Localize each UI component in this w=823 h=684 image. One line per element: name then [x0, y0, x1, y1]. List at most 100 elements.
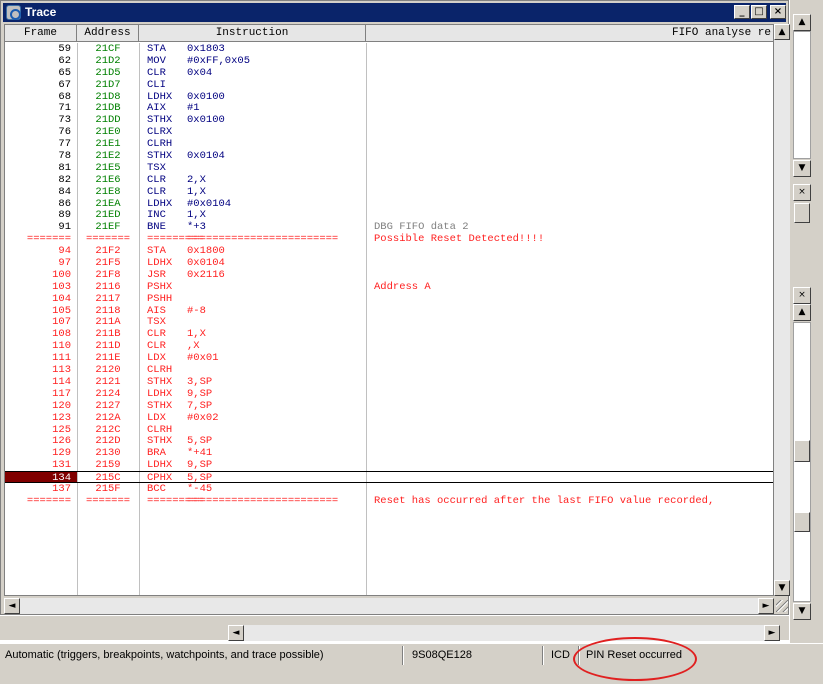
table-row[interactable]: 104 2117 PSHH — [5, 292, 773, 305]
right-scroll-thumb[interactable] — [794, 440, 810, 462]
table-row[interactable]: 94 21F2 STA 0x1800 — [5, 245, 773, 258]
table-row[interactable]: 89 21ED INC 1,X — [5, 209, 773, 222]
table-row[interactable]: 117 2124 LDHX 9,SP — [5, 387, 773, 400]
table-row[interactable]: ======= ======= ========= =================… — [5, 495, 773, 507]
mnemonic-cell: AIS — [147, 304, 166, 317]
table-row[interactable]: 123 212A LDX #0x02 — [5, 412, 773, 424]
table-row[interactable]: 86 21EA LDHX #0x0104 — [5, 197, 773, 210]
frame-cell: 89 — [58, 209, 71, 222]
table-row[interactable]: 62 21D2 MOV #0xFF,0x05 — [5, 55, 773, 67]
resize-grip-icon[interactable] — [776, 600, 788, 612]
frame-cell: 94 — [58, 245, 71, 258]
scroll-up-icon[interactable]: ▲ — [774, 24, 790, 40]
table-row[interactable]: 71 21DB AIX #1 — [5, 102, 773, 115]
mnemonic-cell: STHX — [147, 150, 173, 163]
right-scroll-track[interactable] — [793, 322, 811, 602]
address-cell: 212D — [95, 435, 121, 448]
panel-close-icon[interactable]: × — [793, 184, 811, 201]
table-row-selected[interactable]: 134 215C CPHX 5,SP — [5, 471, 773, 484]
fifo-analysis-cell — [366, 305, 773, 317]
table-row[interactable]: 114 2121 STHX 3,SP — [5, 375, 773, 388]
right-scroll-thumb[interactable] — [794, 512, 810, 532]
minimize-button[interactable]: _ — [734, 5, 750, 19]
scroll-up-icon[interactable]: ▲ — [793, 14, 811, 31]
table-row[interactable]: 78 21E2 STHX 0x0104 — [5, 150, 773, 163]
table-row[interactable]: 84 21E8 CLR 1,X — [5, 186, 773, 198]
scroll-left-icon[interactable]: ◄ — [4, 598, 20, 614]
trace-grid[interactable]: Frame Address Instruction FIFO analyse r… — [4, 24, 774, 596]
column-header-instruction[interactable]: Instruction — [139, 25, 366, 41]
table-row[interactable]: 103 2116 PSHX Address A — [5, 280, 773, 293]
table-row[interactable]: 107 211A TSX — [5, 316, 773, 328]
address-cell: 2121 — [95, 375, 121, 388]
mnemonic-cell: CLR — [147, 340, 166, 353]
scroll-right-icon[interactable]: ► — [758, 598, 774, 614]
scroll-left-icon[interactable]: ◄ — [228, 625, 244, 641]
table-row[interactable]: 131 2159 LDHX 9,SP — [5, 459, 773, 471]
panel-close-icon[interactable]: × — [793, 287, 811, 304]
table-row[interactable]: 81 21E5 TSX — [5, 162, 773, 174]
table-row[interactable]: 111 211E LDX #0x01 — [5, 352, 773, 365]
table-row[interactable]: 67 21D7 CLI — [5, 79, 773, 91]
table-row[interactable]: 76 21E0 CLRX — [5, 126, 773, 139]
table-row[interactable]: 82 21E6 CLR 2,X — [5, 174, 773, 186]
address-cell: 21E0 — [95, 126, 121, 139]
table-row[interactable]: 129 2130 BRA *+41 — [5, 447, 773, 460]
address-cell: 2116 — [95, 280, 121, 293]
maximize-button[interactable]: □ — [751, 5, 767, 19]
table-row[interactable]: ======= ======= ========= =================… — [5, 233, 773, 245]
status-mode: Automatic (triggers, breakpoints, watchp… — [5, 649, 324, 661]
table-row[interactable]: 68 21D8 LDHX 0x0100 — [5, 91, 773, 103]
fifo-analysis-cell — [366, 114, 773, 126]
table-row[interactable]: 137 215F BCC *-45 — [5, 483, 773, 495]
table-row[interactable]: 77 21E1 CLRH — [5, 138, 773, 150]
table-row[interactable]: 100 21F8 JSR 0x2116 — [5, 268, 773, 281]
scroll-down-icon[interactable]: ▼ — [774, 580, 790, 596]
operand-cell — [187, 138, 366, 150]
table-row[interactable]: 73 21DD STHX 0x0100 — [5, 114, 773, 126]
table-row[interactable]: 97 21F5 LDHX 0x0104 — [5, 257, 773, 269]
table-row[interactable]: 125 212C CLRH — [5, 424, 773, 436]
table-row[interactable]: 110 211D CLR ,X — [5, 340, 773, 353]
fifo-analysis-cell — [366, 209, 773, 221]
mnemonic-cell: INC — [147, 209, 166, 222]
address-cell: 2124 — [95, 387, 121, 400]
lower-horizontal-scrollbar[interactable]: ◄ ► — [228, 625, 780, 641]
table-row[interactable]: 91 21EF BNE *+3 DBG FIFO data 2 — [5, 221, 773, 234]
operand-cell: #0x0104 — [187, 197, 232, 210]
right-scroll-track[interactable] — [793, 31, 811, 159]
scroll-down-icon[interactable]: ▼ — [793, 603, 811, 620]
operand-cell: *+41 — [187, 447, 213, 460]
close-button[interactable]: × — [770, 5, 786, 19]
horizontal-scrollbar[interactable]: ◄ ► — [4, 598, 774, 614]
operand-cell: *+3 — [187, 221, 206, 234]
scroll-up-icon[interactable]: ▲ — [793, 304, 811, 321]
table-row[interactable]: 59 21CF STA 0x1803 — [5, 43, 773, 55]
frame-cell: 71 — [58, 102, 71, 115]
table-row[interactable]: 120 2127 STHX 7,SP — [5, 400, 773, 412]
trace-window-icon[interactable] — [6, 5, 21, 20]
frame-cell: 100 — [52, 268, 71, 281]
operand-cell: 9,SP — [187, 387, 213, 400]
column-header-address[interactable]: Address — [77, 25, 139, 41]
scroll-right-icon[interactable]: ► — [764, 625, 780, 641]
trace-window: Trace _ □ × Frame Address Instruction FI… — [0, 0, 790, 615]
table-row[interactable]: 65 21D5 CLR 0x04 — [5, 67, 773, 79]
vertical-scrollbar[interactable]: ▲ ▼ — [774, 24, 790, 596]
fifo-analysis-cell — [366, 293, 773, 305]
scroll-down-icon[interactable]: ▼ — [793, 160, 811, 177]
table-row[interactable]: 108 211B CLR 1,X — [5, 328, 773, 340]
title-bar[interactable]: Trace _ □ × — [3, 3, 786, 22]
column-header-fifo-analyse[interactable]: FIFO analyse re — [366, 25, 773, 41]
table-row[interactable]: 105 2118 AIS #-8 — [5, 304, 773, 317]
fifo-analysis-cell — [366, 186, 773, 198]
table-row[interactable]: 113 2120 CLRH — [5, 364, 773, 376]
column-header-frame[interactable]: Frame — [5, 25, 77, 41]
right-scroll-thumb[interactable] — [794, 203, 810, 223]
mnemonic-cell: PSHH — [147, 292, 173, 305]
annotation-highlight-ellipse — [573, 637, 697, 681]
table-row[interactable]: 126 212D STHX 5,SP — [5, 435, 773, 448]
address-cell: 211E — [95, 352, 121, 365]
fifo-analysis-cell — [366, 459, 773, 471]
frame-cell: 104 — [52, 292, 71, 305]
